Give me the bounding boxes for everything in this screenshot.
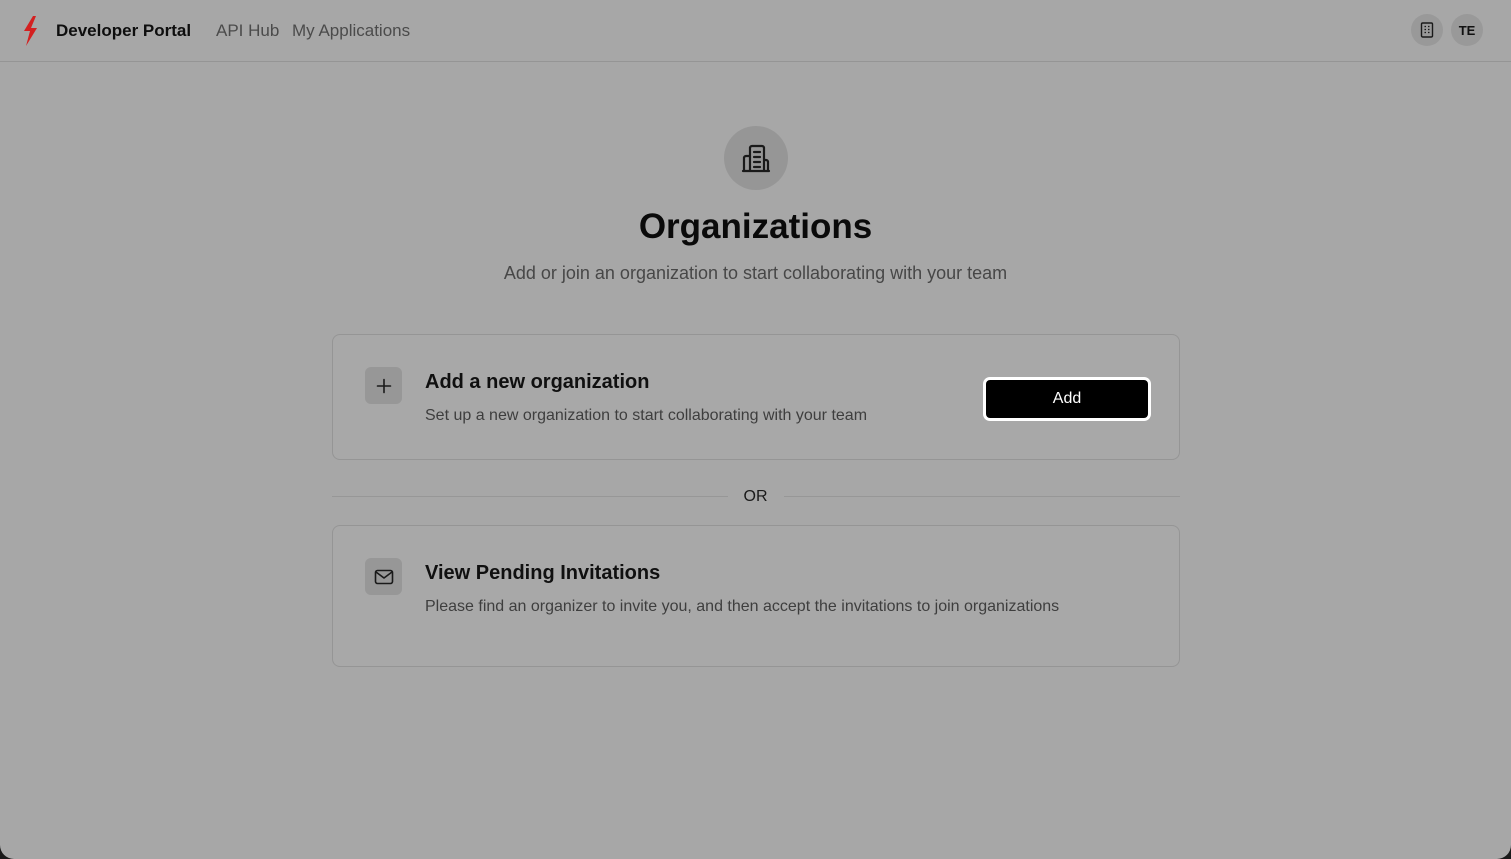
pending-invitations-title: View Pending Invitations — [425, 562, 661, 584]
nav-link-my-applications[interactable]: My Applications — [292, 20, 410, 42]
plus-icon — [365, 367, 402, 404]
mail-icon-glyph — [374, 569, 393, 584]
building-icon — [1420, 22, 1434, 38]
plus-icon-glyph — [376, 378, 391, 393]
mail-icon — [365, 558, 402, 595]
pending-invitations-description: Please find an organizer to invite you, … — [425, 598, 1060, 615]
brand-name[interactable]: Developer Portal — [56, 20, 191, 42]
organization-switcher-button[interactable] — [1411, 14, 1443, 46]
nav-link-api-hub[interactable]: API Hub — [216, 20, 279, 42]
user-avatar[interactable]: TE — [1451, 14, 1483, 46]
add-organization-description: Set up a new organization to start colla… — [425, 407, 868, 424]
pending-invitations-card[interactable]: View Pending Invitations Please find an … — [332, 525, 1180, 667]
page-title: Organizations — [638, 207, 873, 246]
lightning-bolt-icon[interactable] — [20, 16, 40, 46]
app-window: Developer Portal API Hub My Applications… — [0, 0, 1511, 859]
add-organization-button[interactable]: Add — [983, 377, 1151, 421]
top-navigation-bar: Developer Portal API Hub My Applications… — [0, 0, 1511, 62]
add-organization-card: Add a new organization Set up a new orga… — [332, 334, 1180, 460]
page-subtitle: Add or join an organization to start col… — [503, 263, 1008, 283]
divider-line-right — [784, 496, 1180, 497]
add-organization-title: Add a new organization — [425, 371, 650, 393]
organizations-hero-icon — [724, 126, 788, 190]
or-divider-label: OR — [743, 488, 768, 505]
building-icon — [741, 144, 771, 173]
